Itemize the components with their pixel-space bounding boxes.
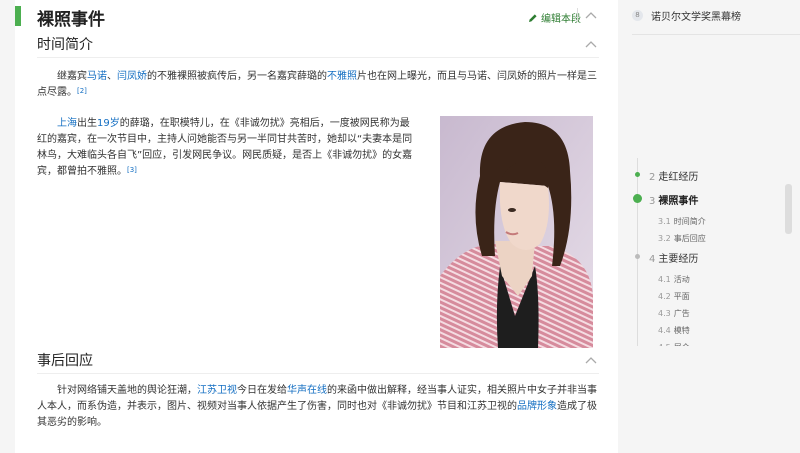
toc-marker-dot <box>635 172 640 177</box>
toc-item-number: 2 <box>649 172 656 183</box>
section-header: 裸照事件 编辑本段 <box>15 2 618 32</box>
paragraph-text: 今日在发给 <box>237 385 287 396</box>
divider <box>577 8 578 22</box>
subsection-title: 事后回应 <box>37 353 93 369</box>
subsection-header-time: 时间简介 <box>37 32 599 58</box>
portrait-photo <box>440 116 593 348</box>
chevron-up-icon[interactable] <box>585 40 597 48</box>
toc-item-label: 时间简介 <box>673 217 706 226</box>
toc-item[interactable]: 3.1 时间简介 <box>658 216 706 227</box>
footnote-ref[interactable]: [3] <box>127 166 137 174</box>
subsection-title: 时间简介 <box>37 37 93 53</box>
paragraph-text: 出生 <box>77 118 97 129</box>
toc-item[interactable]: 3.2 事后回应 <box>658 233 706 244</box>
toc-item-label: 事后回应 <box>673 234 706 243</box>
toc-item-label: 模特 <box>673 326 690 335</box>
paragraph-text: 针对网络铺天盖地的舆论狂潮， <box>57 385 197 396</box>
inline-link[interactable]: 19岁 <box>97 118 120 129</box>
rank-number: 8 <box>632 9 643 21</box>
chevron-up-icon[interactable] <box>585 11 597 19</box>
inline-link[interactable]: 品牌形象 <box>517 401 557 412</box>
inline-link[interactable]: 不雅照 <box>327 71 357 82</box>
toc-item-label: 走红经历 <box>658 172 699 183</box>
toc-item[interactable]: 4.3 广告 <box>658 308 690 319</box>
toc-item-number: 4.2 <box>658 292 671 301</box>
scrollbar-thumb[interactable] <box>785 184 792 234</box>
toc-marker-dot <box>635 254 640 259</box>
toc-item-number: 4.1 <box>658 275 671 284</box>
toc-item[interactable]: 4.4 模特 <box>658 325 690 336</box>
pencil-icon <box>529 13 537 22</box>
toc-item-number: 4 <box>649 254 656 265</box>
toc-item-label: 广告 <box>673 309 690 318</box>
subsection-header-response: 事后回应 <box>37 348 599 374</box>
toc-item[interactable]: 4.1 活动 <box>658 274 690 285</box>
main-content: 裸照事件 编辑本段 时间简介 继嘉宾马诺、闫凤娇的不雅裸照被疯传后，另一名嘉宾薛… <box>15 0 618 453</box>
toc-item-number: 4.3 <box>658 309 671 318</box>
rank-list-item[interactable]: 8 诺贝尔文学奖黑幕榜 <box>632 6 800 24</box>
toc-item-number: 3.2 <box>658 234 671 243</box>
paragraph: 上海出生19岁的薛璐，在职模特儿，在《非诚勿扰》亮相后，一度被网民称为最红的嘉宾… <box>37 116 417 180</box>
toc-item-number: 3.1 <box>658 217 671 226</box>
divider <box>632 34 800 35</box>
toc-item-label: 裸照事件 <box>658 196 699 207</box>
inline-link[interactable]: 闫凤娇 <box>117 71 147 82</box>
chevron-up-icon[interactable] <box>585 356 597 364</box>
paragraph: 继嘉宾马诺、闫凤娇的不雅裸照被疯传后，另一名嘉宾薛璐的不雅照片也在网上曝光，而且… <box>37 69 599 101</box>
footnote-ref[interactable]: [2] <box>77 87 87 95</box>
paragraph-text: 、 <box>107 71 117 82</box>
toc-marker-dot <box>633 194 642 203</box>
rank-label: 诺贝尔文学奖黑幕榜 <box>651 11 741 23</box>
toc-item-number: 4.4 <box>658 326 671 335</box>
paragraph-text: 的不雅裸照被疯传后，另一名嘉宾薛璐的 <box>147 71 327 82</box>
inline-link[interactable]: 上海 <box>57 118 77 129</box>
inline-link[interactable]: 华声在线 <box>287 385 327 396</box>
table-of-contents: 2 走红经历 3 裸照事件 3.1 时间简介 3.2 事后回应 4 主要经历 4.1 活动 4.2 平面 4… <box>632 158 792 346</box>
toc-item[interactable]: 2 走红经历 <box>649 168 698 183</box>
inline-link[interactable]: 江苏卫视 <box>197 385 237 396</box>
toc-item-label: 主要经历 <box>658 254 699 265</box>
toc-item[interactable]: 3 裸照事件 <box>649 192 698 207</box>
paragraph: 针对网络铺天盖地的舆论狂潮，江苏卫视今日在发给华声在线的来函中做出解释，经当事人… <box>37 383 599 431</box>
toc-item-number: 4.5 <box>658 343 671 346</box>
toc-item[interactable]: 4.2 平面 <box>658 291 690 302</box>
inline-link[interactable]: 马诺 <box>87 71 107 82</box>
edit-section-button[interactable]: 编辑本段 <box>528 10 581 25</box>
edit-section-label: 编辑本段 <box>541 14 581 25</box>
toc-item-number: 3 <box>649 196 656 207</box>
section-title: 裸照事件 <box>37 10 105 30</box>
paragraph-text: 继嘉宾 <box>57 71 87 82</box>
toc-item-label: 展会 <box>674 343 690 346</box>
toc-item-label: 平面 <box>673 292 690 301</box>
toc-track-line <box>637 158 638 346</box>
section-accent-bar <box>15 6 21 26</box>
toc-item[interactable]: 4.5展会 <box>658 342 690 346</box>
toc-item-label: 活动 <box>673 275 690 284</box>
sidebar: 8 诺贝尔文学奖黑幕榜 2 走红经历 3 裸照事件 3.1 时间简介 3.2 事后回应 4 主要经… <box>632 0 800 453</box>
toc-item[interactable]: 4 主要经历 <box>649 250 698 265</box>
